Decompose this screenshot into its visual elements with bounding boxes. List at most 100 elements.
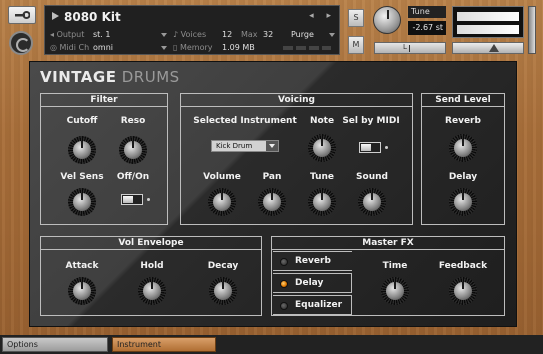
tab-options[interactable]: Options bbox=[2, 337, 108, 352]
note-knob[interactable] bbox=[308, 134, 336, 162]
decay-label: Decay bbox=[207, 261, 239, 271]
memory-value: 1.09 MB bbox=[222, 43, 255, 52]
fx-reverb-button[interactable]: Reverb bbox=[273, 251, 352, 271]
selected-instrument-value: Kick Drum bbox=[216, 142, 253, 150]
max-voices-value[interactable]: 32 bbox=[263, 30, 273, 39]
purge-dropdown-icon[interactable] bbox=[329, 33, 335, 37]
fx-time-knob[interactable] bbox=[381, 277, 409, 305]
sound-label: Sound bbox=[356, 172, 388, 182]
voicing-title: Voicing bbox=[181, 94, 412, 107]
fx-reverb-label: Reverb bbox=[295, 256, 331, 266]
cutoff-label: Cutoff bbox=[66, 116, 98, 126]
instrument-panel: VINTAGE DRUMS Filter Cutoff Reso Vel Sen… bbox=[29, 61, 517, 327]
tune-knob[interactable] bbox=[308, 188, 336, 216]
output-label: Output bbox=[56, 30, 85, 39]
output-row: ◂ Output bbox=[50, 30, 84, 39]
bottom-tab-bar: Options Instrument bbox=[0, 335, 543, 354]
decay-knob[interactable] bbox=[209, 277, 237, 305]
fx-delay-button[interactable]: Delay bbox=[273, 273, 352, 293]
note-label: Note bbox=[309, 116, 335, 126]
purge-menu[interactable]: Purge bbox=[291, 30, 314, 39]
brand-primary: VINTAGE bbox=[40, 68, 117, 86]
attack-knob[interactable] bbox=[68, 277, 96, 305]
fx-equalizer-button[interactable]: Equalizer bbox=[273, 295, 352, 315]
vel-sens-label: Vel Sens bbox=[60, 172, 104, 182]
voices-icon: ♪ bbox=[173, 30, 181, 39]
tune-value-display[interactable]: -2.67 st bbox=[408, 21, 446, 35]
pan-left-label: L bbox=[403, 43, 407, 51]
sel-by-midi-label: Sel by MIDI bbox=[342, 116, 400, 126]
tune-label: Tune bbox=[309, 172, 335, 182]
filter-title: Filter bbox=[41, 94, 167, 107]
dropdown-arrow-icon bbox=[266, 141, 278, 151]
wrench-icon bbox=[15, 11, 30, 19]
master-volume-slider[interactable] bbox=[452, 42, 524, 54]
tab-instrument[interactable]: Instrument bbox=[112, 337, 216, 352]
expand-arrow-icon[interactable] bbox=[52, 12, 59, 20]
master-pan-slider[interactable]: L bbox=[374, 42, 446, 54]
send-delay-label: Delay bbox=[448, 172, 478, 182]
hold-label: Hold bbox=[140, 261, 164, 271]
brand-secondary: DRUMS bbox=[116, 68, 180, 86]
instrument-header: 8080 Kit ◂ ▸ ◂ Output st. 1 ♪ Voices 12 … bbox=[0, 0, 543, 60]
kontakt-logo bbox=[9, 31, 33, 55]
instrument-name: 8080 Kit bbox=[64, 10, 121, 24]
filter-toggle-led bbox=[147, 198, 150, 201]
reso-label: Reso bbox=[120, 116, 146, 126]
memory-label: Memory bbox=[179, 43, 213, 52]
master-tune-knob[interactable] bbox=[373, 6, 401, 34]
midi-dropdown-icon[interactable] bbox=[161, 46, 167, 50]
meter-left bbox=[457, 12, 519, 21]
instrument-info-panel: 8080 Kit ◂ ▸ ◂ Output st. 1 ♪ Voices 12 … bbox=[44, 5, 340, 55]
solo-button[interactable]: S bbox=[348, 9, 364, 27]
fx-reverb-led bbox=[280, 258, 288, 266]
sel-by-midi-led bbox=[385, 146, 388, 149]
fx-delay-led bbox=[280, 280, 288, 288]
reso-knob[interactable] bbox=[119, 136, 147, 164]
output-select[interactable]: st. 1 bbox=[93, 30, 110, 39]
volume-knob[interactable] bbox=[208, 188, 236, 216]
instrument-frame: 8080 Kit ◂ ▸ ◂ Output st. 1 ♪ Voices 12 … bbox=[0, 0, 543, 335]
filter-section: Filter Cutoff Reso Vel Sens Off/On bbox=[40, 93, 168, 225]
output-level-meters bbox=[452, 6, 524, 38]
volume-scrollbar[interactable] bbox=[528, 6, 536, 54]
send-level-title: Send Level bbox=[422, 94, 504, 107]
voices-row: ♪ Voices bbox=[173, 30, 206, 39]
send-delay-knob[interactable] bbox=[449, 188, 477, 216]
send-reverb-label: Reverb bbox=[445, 116, 481, 126]
send-level-section: Send Level Reverb Delay bbox=[421, 93, 505, 225]
hold-knob[interactable] bbox=[138, 277, 166, 305]
midi-channel-select[interactable]: omni bbox=[93, 43, 113, 52]
selected-instrument-label: Selected Instrument bbox=[193, 116, 297, 126]
midi-row: ◎ Midi Ch bbox=[50, 43, 89, 52]
sound-knob[interactable] bbox=[358, 188, 386, 216]
master-fx-section: Master FX Reverb Delay Equalizer Time Fe… bbox=[271, 236, 505, 316]
next-instrument-button[interactable]: ▸ bbox=[326, 11, 331, 21]
master-fx-title: Master FX bbox=[272, 237, 504, 250]
pan-knob[interactable] bbox=[258, 188, 286, 216]
tune-label: Tune bbox=[408, 6, 446, 18]
output-dropdown-icon[interactable] bbox=[161, 33, 167, 37]
sel-by-midi-switch[interactable] bbox=[359, 142, 381, 153]
vel-sens-knob[interactable] bbox=[68, 188, 96, 216]
mute-button[interactable]: M bbox=[348, 36, 364, 54]
midi-channel-label: Midi Ch bbox=[59, 43, 90, 52]
fx-feedback-label: Feedback bbox=[438, 261, 488, 271]
attack-label: Attack bbox=[65, 261, 99, 271]
fx-equalizer-label: Equalizer bbox=[295, 300, 343, 310]
edit-instrument-button[interactable] bbox=[8, 6, 36, 24]
filter-toggle-label: Off/On bbox=[116, 172, 150, 182]
pan-label: Pan bbox=[262, 172, 282, 182]
cutoff-knob[interactable] bbox=[68, 136, 96, 164]
selected-instrument-dropdown[interactable]: Kick Drum bbox=[211, 140, 279, 152]
prev-instrument-button[interactable]: ◂ bbox=[309, 11, 314, 21]
tune-value: -2.67 bbox=[412, 23, 434, 32]
send-reverb-knob[interactable] bbox=[449, 134, 477, 162]
voices-label: Voices bbox=[180, 30, 207, 39]
tune-unit: st bbox=[435, 23, 443, 32]
voices-value: 12 bbox=[222, 30, 233, 39]
meter-right bbox=[457, 25, 519, 34]
max-label: Max bbox=[241, 30, 258, 39]
filter-toggle-switch[interactable] bbox=[121, 194, 143, 205]
fx-feedback-knob[interactable] bbox=[449, 277, 477, 305]
